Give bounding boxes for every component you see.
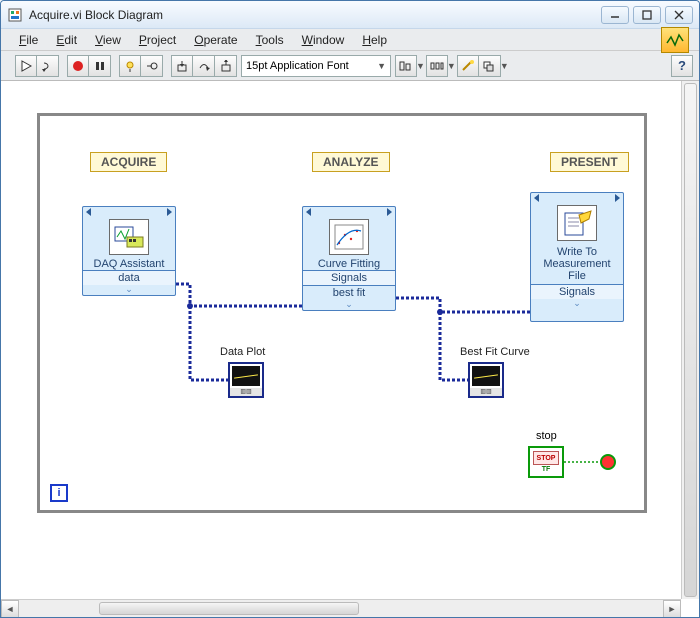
close-button[interactable] — [665, 6, 693, 24]
cleanup-button[interactable] — [457, 55, 479, 77]
chevron-down-icon: ▼ — [377, 61, 386, 71]
write-title: Write To Measurement File — [531, 244, 623, 284]
daq-title: DAQ Assistant — [83, 258, 175, 270]
curve-icon — [329, 219, 369, 255]
step-over-button[interactable] — [193, 55, 215, 77]
horizontal-scrollbar[interactable]: ◄ ► — [1, 599, 681, 617]
write-measurement-file-vi[interactable]: Write To Measurement File Signals ⌄ — [530, 192, 624, 322]
run-button[interactable] — [15, 55, 37, 77]
daq-assistant-vi[interactable]: DAQ Assistant data ⌄ — [82, 206, 176, 296]
client-area: ACQUIRE ANALYZE PRESENT DAQ Assistant da… — [1, 81, 699, 599]
daq-icon — [109, 219, 149, 255]
pause-button[interactable] — [89, 55, 111, 77]
step-out-button[interactable] — [215, 55, 237, 77]
expander-icon[interactable]: ⌄ — [531, 299, 623, 309]
label-best-fit: Best Fit Curve — [460, 346, 530, 358]
scroll-left-button[interactable]: ◄ — [1, 600, 19, 618]
best-fit-indicator[interactable]: ▥▥ — [468, 362, 504, 398]
while-loop[interactable]: ACQUIRE ANALYZE PRESENT DAQ Assistant da… — [37, 113, 647, 513]
app-window: Acquire.vi Block Diagram File Edit View … — [0, 0, 700, 618]
titlebar: Acquire.vi Block Diagram — [1, 1, 699, 29]
menu-edit[interactable]: Edit — [48, 31, 85, 49]
iteration-terminal[interactable]: i — [50, 484, 68, 502]
menu-operate[interactable]: Operate — [186, 31, 245, 49]
write-file-icon — [557, 205, 597, 241]
curve-out-bestfit[interactable]: best fit — [303, 285, 395, 300]
curve-title: Curve Fitting — [303, 258, 395, 270]
daq-out-data[interactable]: data — [83, 270, 175, 285]
label-present: PRESENT — [550, 152, 629, 172]
data-plot-indicator[interactable]: ▥▥ — [228, 362, 264, 398]
minimize-button[interactable] — [601, 6, 629, 24]
menu-file[interactable]: File — [11, 31, 46, 49]
run-continuous-button[interactable] — [37, 55, 59, 77]
step-into-button[interactable] — [171, 55, 193, 77]
menubar: File Edit View Project Operate Tools Win… — [1, 29, 699, 51]
reorder-button[interactable] — [479, 55, 501, 77]
vertical-scrollbar[interactable] — [681, 81, 699, 599]
label-acquire: ACQUIRE — [90, 152, 167, 172]
help-button[interactable]: ? — [671, 55, 693, 77]
label-stop: stop — [536, 430, 557, 442]
maximize-button[interactable] — [633, 6, 661, 24]
menu-project[interactable]: Project — [131, 31, 184, 49]
curve-fitting-vi[interactable]: Curve Fitting Signals best fit ⌄ — [302, 206, 396, 311]
expander-icon[interactable]: ⌄ — [303, 300, 395, 310]
write-in-signals[interactable]: Signals — [531, 284, 623, 299]
block-diagram-canvas[interactable]: ACQUIRE ANALYZE PRESENT DAQ Assistant da… — [9, 89, 681, 593]
labview-icon[interactable] — [661, 27, 689, 53]
stop-button-text: STOP — [533, 451, 559, 465]
label-analyze: ANALYZE — [312, 152, 390, 172]
highlight-exec-button[interactable] — [119, 55, 141, 77]
abort-button[interactable] — [67, 55, 89, 77]
label-data-plot: Data Plot — [220, 346, 265, 358]
menu-tools[interactable]: Tools — [248, 31, 292, 49]
expander-icon[interactable]: ⌄ — [83, 285, 175, 295]
retain-wires-button[interactable] — [141, 55, 163, 77]
menu-window[interactable]: Window — [294, 31, 353, 49]
curve-in-signals[interactable]: Signals — [303, 270, 395, 285]
loop-condition-node[interactable] — [600, 454, 616, 470]
align-button[interactable] — [395, 55, 417, 77]
stop-control[interactable]: STOP TF — [528, 446, 564, 478]
font-label: 15pt Application Font — [246, 60, 349, 72]
toolbar: 15pt Application Font ▼ ▼ ▼ ▼ ? — [1, 51, 699, 81]
menu-help[interactable]: Help — [354, 31, 395, 49]
app-icon — [7, 7, 23, 23]
distribute-button[interactable] — [426, 55, 448, 77]
stop-tf: TF — [542, 466, 551, 473]
menu-view[interactable]: View — [87, 31, 129, 49]
scroll-right-button[interactable]: ► — [663, 600, 681, 618]
window-title: Acquire.vi Block Diagram — [29, 8, 601, 22]
font-selector[interactable]: 15pt Application Font ▼ — [241, 55, 391, 77]
